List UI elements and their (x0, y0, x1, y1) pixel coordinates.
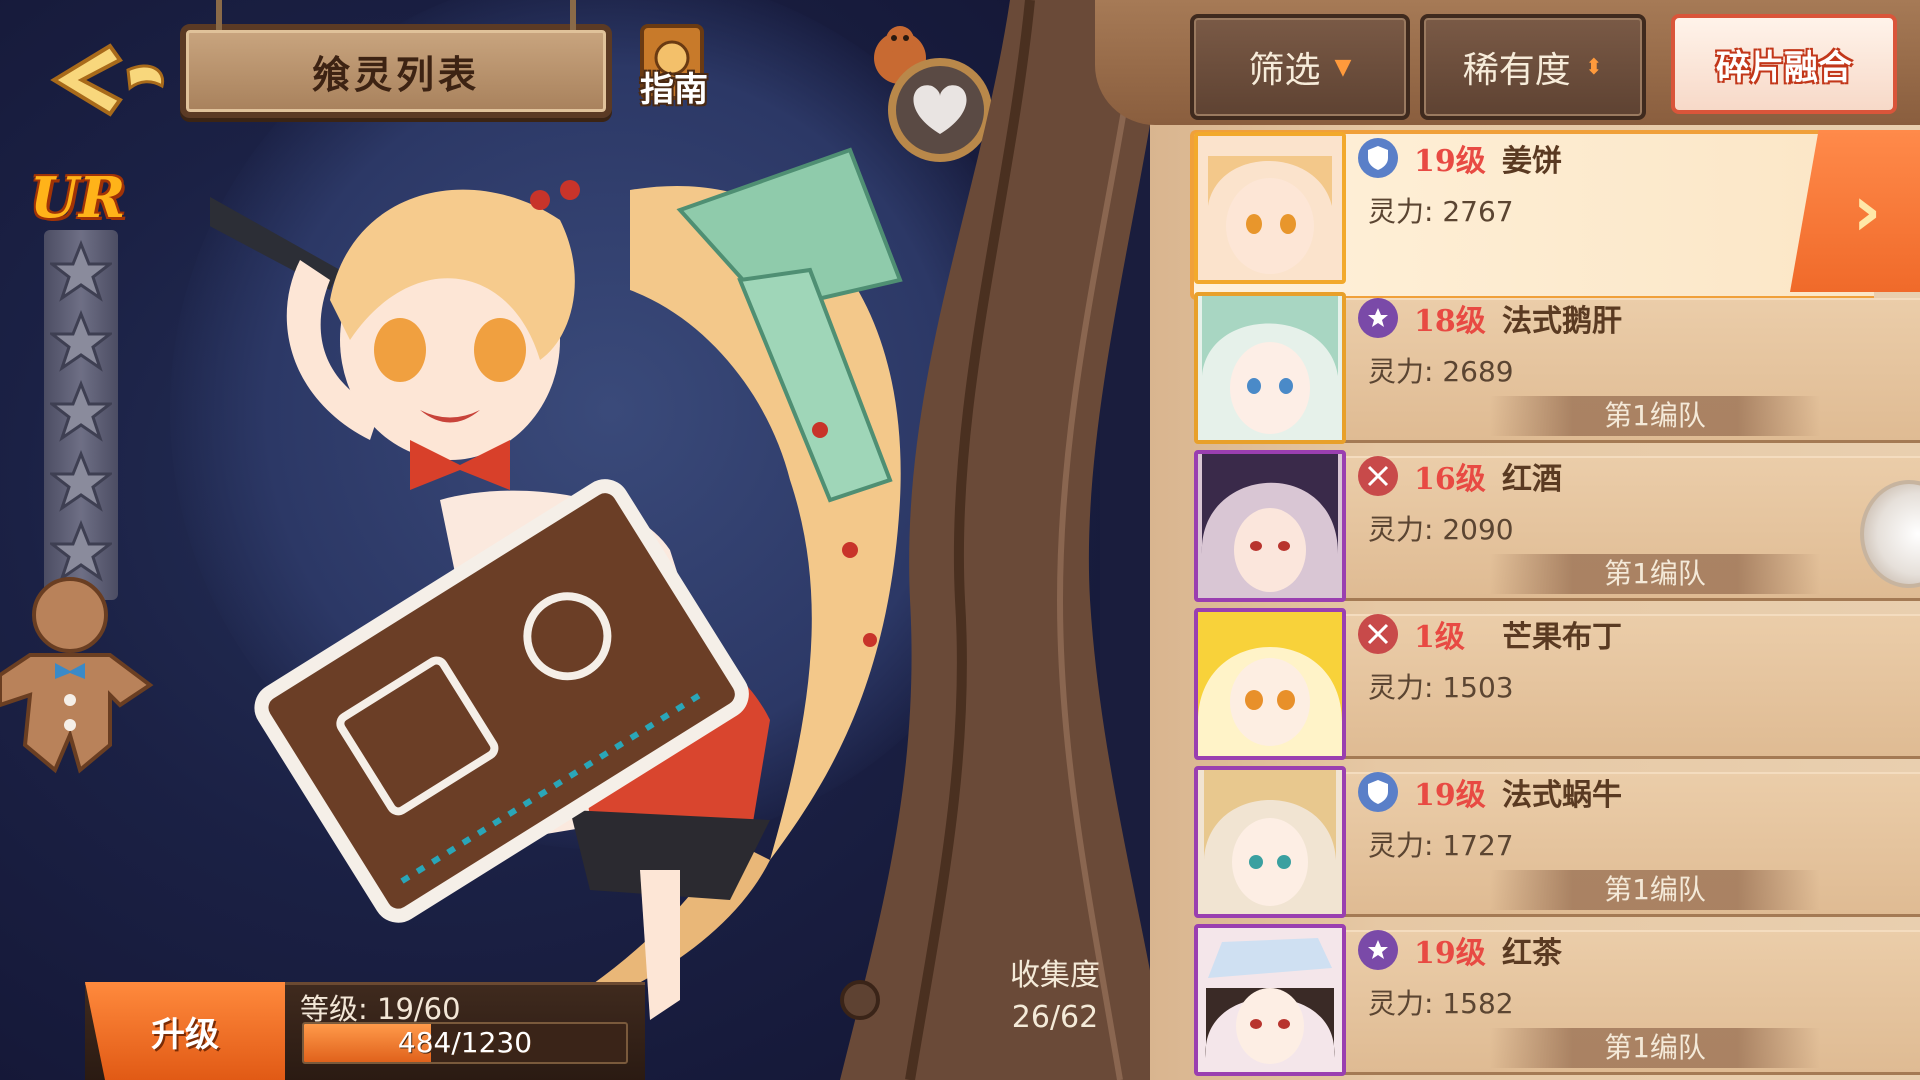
character-name: 芒果布丁 (1502, 620, 1622, 655)
character-card[interactable]: 19级 红茶 灵力: 1582 第1编队 (1190, 922, 1920, 1076)
shield-icon (1358, 772, 1398, 812)
character-portrait (1194, 608, 1346, 760)
fragment-fusion-button[interactable]: 碎片融合 (1671, 14, 1897, 114)
character-portrait (1194, 450, 1346, 602)
character-portrait (1194, 132, 1346, 284)
character-name: 法式蜗牛 (1502, 778, 1622, 813)
character-power: 灵力: 1582 (1368, 987, 1514, 1020)
character-list: › 19级 姜饼 灵力: 2767 18级 法式鹅肝 灵力: 2689 第1编队 (1190, 130, 1920, 1080)
character-card[interactable]: 18级 法式鹅肝 灵力: 2689 第1编队 (1190, 290, 1920, 444)
upgrade-button-label: 升级 (151, 1014, 219, 1055)
exp-text: 484/1230 (397, 1026, 533, 1059)
character-portrait (1194, 924, 1346, 1076)
character-power: 灵力: 1727 (1368, 829, 1514, 862)
character-name: 姜饼 (1502, 144, 1562, 179)
filter-button-label: 筛选 (1248, 50, 1321, 91)
character-power: 灵力: 2767 (1368, 195, 1514, 228)
team-label: 第1编队 (1490, 554, 1820, 594)
character-portrait (1194, 766, 1346, 918)
character-level: 1级 (1414, 620, 1465, 655)
page-title-board: 飨灵列表 (180, 0, 612, 118)
fragment-fusion-label: 碎片融合 (1716, 47, 1852, 88)
chevron-down-icon: ▼ (1334, 54, 1352, 80)
rarity-label: UR (30, 165, 126, 231)
character-power: 灵力: 2689 (1368, 355, 1514, 388)
character-power: 灵力: 2090 (1368, 513, 1514, 546)
rarity-sort-label: 稀有度 (1462, 50, 1571, 91)
rarity-sort-button[interactable]: 稀有度 ⬍ (1420, 14, 1646, 120)
collection-progress: 收集度 26/62 (990, 955, 1120, 1039)
guide-label[interactable]: 指南 (640, 62, 708, 111)
character-card[interactable]: 1级 芒果布丁 灵力: 1503 (1190, 606, 1920, 760)
character-card[interactable]: › 19级 姜饼 灵力: 2767 (1190, 130, 1920, 300)
tree-trunk-divider (840, 0, 1170, 1080)
character-level: 19级 (1414, 144, 1486, 179)
character-level: 19级 (1414, 778, 1486, 813)
character-power: 灵力: 1503 (1368, 671, 1514, 704)
collection-value: 26/62 (1011, 1000, 1099, 1035)
star-icon (50, 310, 112, 372)
star-rating (44, 230, 118, 600)
rope (570, 0, 576, 30)
character-portrait (1194, 292, 1346, 444)
character-name: 法式鹅肝 (1502, 304, 1622, 339)
filter-button[interactable]: 筛选 ▼ (1190, 14, 1410, 120)
page-title: 飨灵列表 (311, 51, 480, 97)
rope (216, 0, 222, 30)
character-list-screen: 飨灵列表 指南 UR 升级 等级: 19/60 484/1230 收集度 26/… (0, 0, 1920, 1080)
swords-icon (1358, 456, 1398, 496)
team-label: 第1编队 (1490, 870, 1820, 910)
shield-icon (1358, 138, 1398, 178)
sort-arrows-icon: ⬍ (1584, 54, 1604, 80)
upgrade-button[interactable]: 升级 (85, 982, 285, 1080)
character-name: 红茶 (1502, 936, 1562, 971)
back-arrow-icon[interactable] (40, 40, 170, 120)
character-card[interactable]: 19级 法式蜗牛 灵力: 1727 第1编队 (1190, 764, 1920, 918)
star-icon (50, 380, 112, 442)
gingerbread-man-icon (0, 577, 154, 774)
star-icon (50, 450, 112, 512)
character-level: 19级 (1414, 936, 1486, 971)
star-badge-icon (1358, 930, 1398, 970)
swords-icon (1358, 614, 1398, 654)
star-icon (50, 520, 112, 582)
collection-label: 收集度 (1010, 958, 1100, 993)
character-level: 18级 (1414, 304, 1486, 339)
character-name: 红酒 (1502, 462, 1562, 497)
star-badge-icon (1358, 298, 1398, 338)
star-icon (50, 240, 112, 302)
team-label: 第1编队 (1490, 396, 1820, 436)
team-label: 第1编队 (1490, 1028, 1820, 1068)
exp-progress-bar: 484/1230 (302, 1022, 628, 1064)
character-level: 16级 (1414, 462, 1486, 497)
character-card[interactable]: 16级 红酒 灵力: 2090 第1编队 (1190, 448, 1920, 602)
chevron-right-icon: › (1852, 170, 1882, 252)
